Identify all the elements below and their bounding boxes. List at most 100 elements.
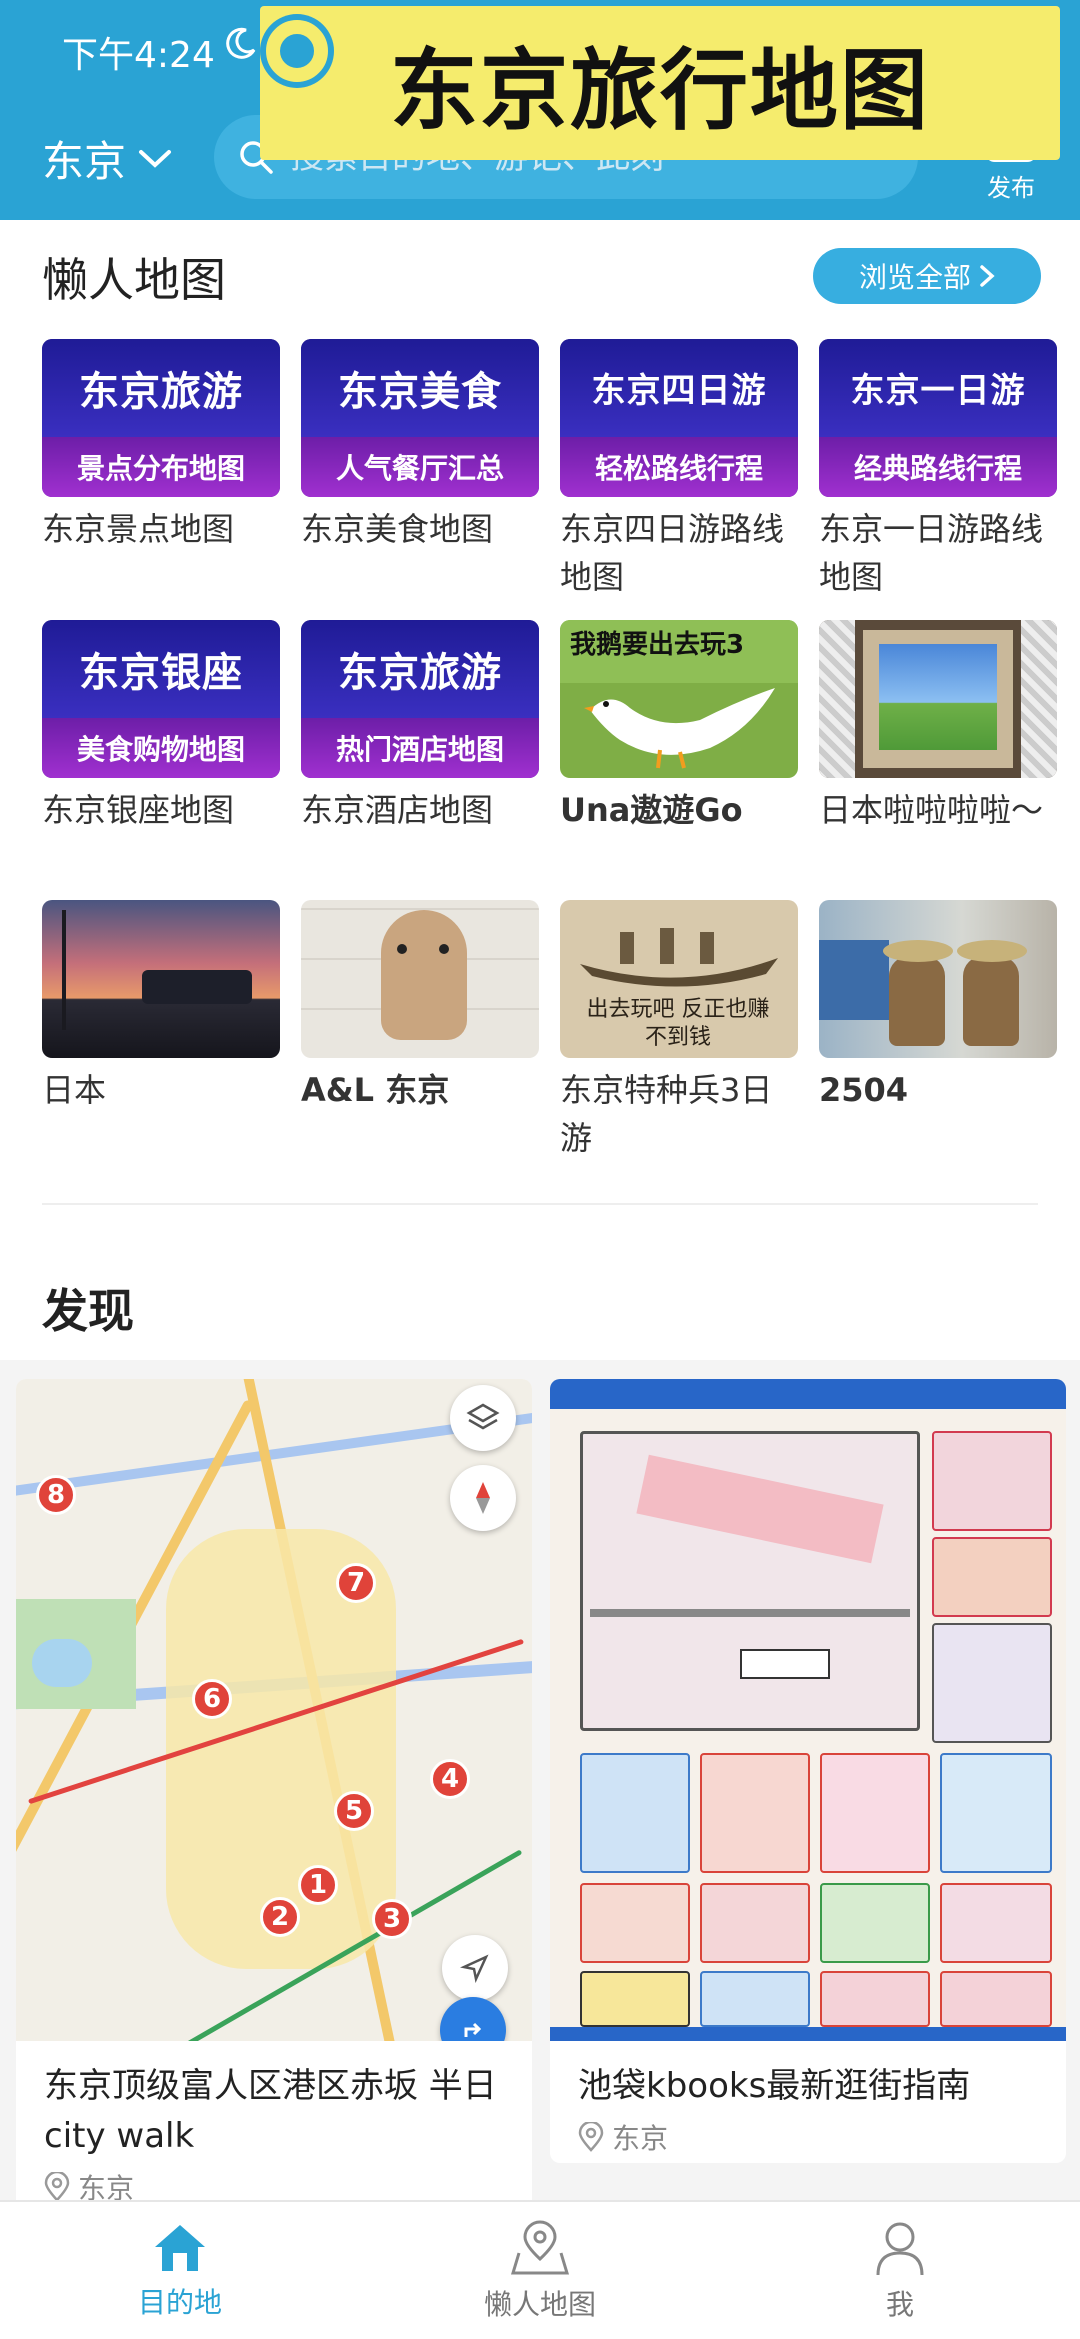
- location-icon: [44, 2172, 70, 2202]
- layers-icon: [466, 1403, 500, 1430]
- lazy-maps-title: 懒人地图: [42, 253, 226, 307]
- map-item[interactable]: A&L 东京: [301, 900, 539, 1114]
- location-icon: [578, 2122, 604, 2152]
- map-item[interactable]: 日本: [42, 900, 280, 1114]
- map-label: 2504: [819, 1071, 909, 1109]
- map-thumbnail: 东京四日游 轻松路线行程: [560, 339, 798, 497]
- compass-button[interactable]: [450, 1465, 516, 1531]
- map-marker: 1: [298, 1865, 338, 1905]
- thumb-line2: 经典路线行程: [819, 436, 1057, 497]
- thumb-line2: 美食购物地图: [42, 717, 280, 778]
- map-item[interactable]: 2504: [819, 900, 1057, 1114]
- location-pin-icon: [266, 20, 328, 82]
- map-label: 东京酒店地图: [301, 791, 494, 829]
- discover-card[interactable]: 池袋kbooks最新逛街指南 东京: [550, 1379, 1066, 2163]
- thumb-line1: 东京旅游: [42, 339, 280, 437]
- chevron-right-icon: [980, 265, 995, 287]
- thumb-line2: 轻松路线行程: [560, 436, 798, 497]
- publish-label: 发布: [987, 174, 1035, 202]
- navigate-icon: [460, 1954, 489, 1983]
- map-thumbnail: [819, 900, 1057, 1058]
- layers-button[interactable]: [450, 1385, 516, 1451]
- directions-icon: [464, 2022, 482, 2037]
- browse-all-label: 浏览全部: [858, 261, 971, 294]
- map-item[interactable]: 东京银座 美食购物地图 东京银座地图: [42, 620, 280, 834]
- map-item[interactable]: 东京美食 人气餐厅汇总 东京美食地图: [301, 339, 539, 553]
- home-icon: [155, 2224, 205, 2271]
- map-label: 东京一日游路线地图: [819, 510, 1044, 596]
- map-thumbnail: 东京美食 人气餐厅汇总: [301, 339, 539, 497]
- discover-title: 发现: [42, 1284, 134, 1338]
- thumb-line1: 东京四日游: [560, 339, 798, 437]
- map-label: 日本啦啦啦啦～: [819, 791, 1044, 829]
- map-thumbnail: 出去玩吧 反正也赚不到钱: [560, 900, 798, 1058]
- goose-illustration: [584, 688, 775, 769]
- map-label: A&L 东京: [301, 1071, 450, 1109]
- browse-all-button[interactable]: 浏览全部: [813, 248, 1041, 304]
- map-marker: 4: [430, 1759, 470, 1799]
- map-item[interactable]: 出去玩吧 反正也赚不到钱 东京特种兵3日游: [560, 900, 798, 1162]
- city-selector[interactable]: 东京: [42, 128, 172, 189]
- thumb-line2: 热门酒店地图: [301, 717, 539, 778]
- map-item[interactable]: 东京一日游 经典路线行程 东京一日游路线地图: [819, 339, 1057, 601]
- boat-illustration: [580, 928, 778, 987]
- thumb-line2: 人气餐厅汇总: [301, 436, 539, 497]
- map-pin-icon: [510, 2220, 570, 2274]
- map-marker: 2: [260, 1897, 300, 1937]
- map-item[interactable]: 东京旅游 热门酒店地图 东京酒店地图: [301, 620, 539, 834]
- map-marker: 5: [334, 1791, 374, 1831]
- map-thumbnail: 东京一日游 经典路线行程: [819, 339, 1057, 497]
- thumb-caption: 出去玩吧 反正也赚不到钱: [586, 997, 770, 1050]
- chevron-down-icon: [139, 149, 172, 168]
- map-item[interactable]: 东京四日游 轻松路线行程 东京四日游路线地图: [560, 339, 798, 601]
- status-time: 下午4:24: [62, 35, 215, 76]
- card-image: 8 7 6 4 5 1 2 3: [16, 1379, 532, 2041]
- section-divider: [42, 1203, 1038, 1205]
- map-item[interactable]: 我鹅要出去玩3 Una遨遊Go: [560, 620, 798, 834]
- tab-label: 目的地: [137, 2285, 222, 2319]
- map-thumbnail: [819, 620, 1057, 778]
- tab-me[interactable]: 我: [720, 2202, 1080, 2339]
- top-header: 下午4:24 东京 发布 东京旅行地图: [0, 0, 1080, 220]
- map-item[interactable]: 日本啦啦啦啦～: [819, 620, 1057, 834]
- map-thumbnail: 东京银座 美食购物地图: [42, 620, 280, 778]
- city-label: 东京: [42, 137, 127, 186]
- directions-button[interactable]: [440, 1997, 506, 2041]
- tab-label: 懒人地图: [483, 2287, 596, 2321]
- card-image: [550, 1379, 1066, 2041]
- map-thumbnail: [42, 900, 280, 1058]
- thumb-line1: 东京旅游: [301, 620, 539, 718]
- thumb-caption: 我鹅要出去玩3: [570, 630, 745, 660]
- discover-card[interactable]: 8 7 6 4 5 1 2 3 东京顶级富人区港区赤坂 半日city walk …: [16, 1379, 532, 2213]
- card-location: 东京: [550, 2111, 1066, 2163]
- map-marker: 6: [192, 1679, 232, 1719]
- moon-icon: [226, 27, 256, 59]
- thumb-line2: 景点分布地图: [42, 436, 280, 497]
- map-marker: 8: [36, 1475, 76, 1515]
- map-label: 东京景点地图: [42, 510, 235, 548]
- map-item[interactable]: 东京旅游 景点分布地图 东京景点地图: [42, 339, 280, 553]
- bottom-tab-bar: 目的地 懒人地图 我: [0, 2200, 1080, 2339]
- map-marker: 3: [372, 1899, 412, 1939]
- map-label: 东京特种兵3日游: [560, 1071, 773, 1157]
- tab-label: 我: [885, 2287, 914, 2321]
- map-thumbnail: 东京旅游 景点分布地图: [42, 339, 280, 497]
- thumb-line1: 东京一日游: [819, 339, 1057, 437]
- tab-destination[interactable]: 目的地: [0, 2202, 360, 2339]
- map-label: 东京美食地图: [301, 510, 494, 548]
- title-banner: 东京旅行地图: [260, 6, 1060, 160]
- compass-icon: [476, 1482, 490, 1514]
- card-title: 池袋kbooks最新逛街指南: [578, 2066, 971, 2106]
- tab-lazy-maps[interactable]: 懒人地图: [360, 2202, 720, 2339]
- thumb-line1: 东京银座: [42, 620, 280, 718]
- map-label: 日本: [42, 1071, 107, 1109]
- location-label: 东京: [612, 2122, 669, 2155]
- map-thumbnail: 东京旅游 热门酒店地图: [301, 620, 539, 778]
- banner-title: 东京旅行地图: [389, 38, 930, 142]
- person-icon: [876, 2222, 924, 2275]
- thumb-line1: 东京美食: [301, 339, 539, 437]
- map-marker: 7: [336, 1563, 376, 1603]
- map-label: Una遨遊Go: [560, 791, 743, 829]
- navigate-button[interactable]: [442, 1935, 508, 2001]
- card-title: 东京顶级富人区港区赤坂 半日city walk: [44, 2066, 497, 2156]
